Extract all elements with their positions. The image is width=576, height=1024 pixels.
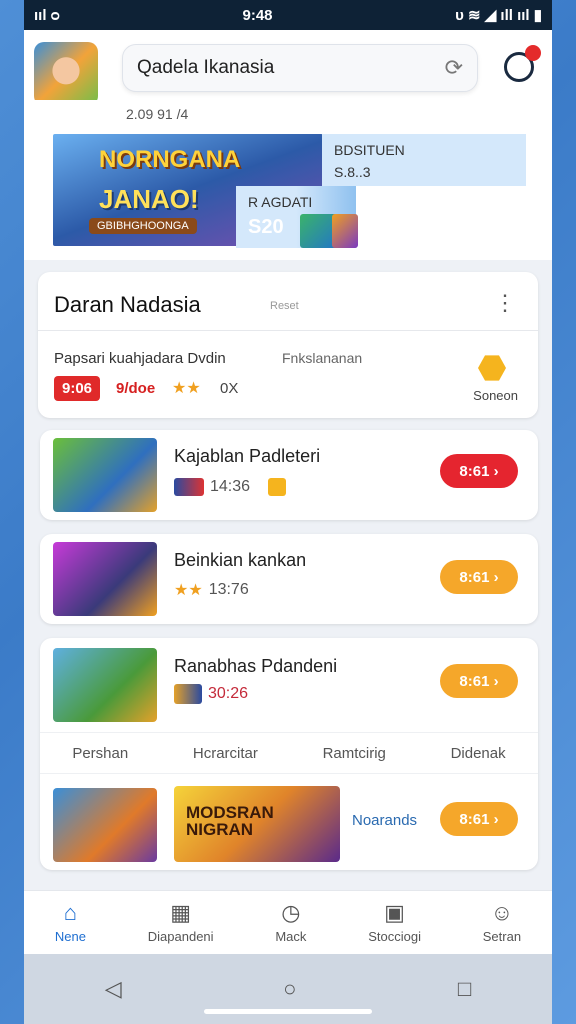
nav-diapandeni[interactable]: ▦ Diapandeni — [147, 900, 214, 945]
avatar[interactable] — [34, 42, 98, 106]
signal-indicator: ııl ᴑ — [34, 6, 60, 24]
recents-icon[interactable]: □ — [458, 976, 471, 1002]
section-divider — [38, 330, 538, 331]
game-icons — [174, 684, 202, 704]
banner-title-main: JANAO! — [99, 184, 199, 214]
status-time: 9:48 — [242, 6, 273, 24]
banner-title-sub: GBIBHGHOONGA — [89, 218, 197, 234]
game-icons — [174, 478, 204, 496]
game-name: Beinkian kankan — [174, 550, 307, 570]
game-meta: ★★ 13:76 — [174, 580, 249, 600]
clock-icon: ◷ — [281, 900, 301, 925]
section-note: Reset — [270, 300, 299, 312]
game-card[interactable]: Beinkian kankan ★★ 13:76 8:61 › — [40, 534, 538, 624]
nav-setran[interactable]: ☺ Setran — [482, 900, 522, 945]
banner-info1-line1: BDSITUEN — [334, 142, 405, 158]
banner-date: 2.09 91 /4 — [126, 106, 189, 122]
banner-info1-line2: S.8..3 — [334, 164, 371, 180]
star-icons: ★★ — [172, 380, 201, 397]
play-button[interactable]: 8:61 › — [440, 664, 518, 698]
tab-pershan[interactable]: Pershan — [72, 745, 128, 762]
home-indicator[interactable] — [204, 1009, 372, 1014]
game-time: 13:76 — [208, 581, 249, 598]
promo-title: MODSRAN NIGRAN — [186, 803, 274, 839]
section-title: Daran Nadasia — [54, 292, 201, 317]
hexagon-label: Soneon — [473, 388, 518, 403]
system-navigation: ◁ ○ □ — [24, 954, 552, 1024]
nav-mack-label: Mack — [275, 929, 307, 944]
hexagon-icon[interactable] — [478, 355, 506, 381]
search-text: Qadela Ikanasia — [137, 57, 275, 78]
game-meta: 30:26 — [174, 684, 248, 704]
nav-setran-label: Setran — [482, 929, 522, 944]
banner-info-primary[interactable]: BDSITUEN S.8..3 — [322, 134, 526, 186]
nav-stocciogi[interactable]: ▣ Stocciogi — [368, 900, 421, 945]
nav-home[interactable]: ⌂ Nene — [54, 900, 86, 945]
star-icons: ★★ — [174, 582, 203, 599]
nav-home-label: Nene — [54, 929, 86, 944]
game-meta: 14:36 — [174, 478, 287, 496]
category-tabs: Pershan Hcrarcitar Ramtcirig Didenak — [40, 732, 538, 774]
featured-section: Daran Nadasia Reset ⋮ Papsari kuahjadara… — [38, 272, 538, 418]
nav-diapandeni-label: Diapandeni — [147, 929, 214, 944]
search-input[interactable]: Qadela Ikanasia ⟳ — [122, 44, 478, 92]
nav-stocciogi-label: Stocciogi — [368, 929, 421, 944]
refresh-icon[interactable]: ⟳ — [445, 55, 463, 81]
more-options-icon[interactable]: ⋮ — [494, 290, 516, 316]
game-thumbnail — [53, 542, 157, 616]
section-subtitle-right: Fnkslananan — [282, 350, 363, 366]
tab-hcrarcitar[interactable]: Hcrarcitar — [193, 745, 258, 762]
banner-title-top: NORNGANA — [99, 146, 241, 173]
play-button[interactable]: 8:61 › — [440, 560, 518, 594]
grid-icon: ▦ — [170, 900, 192, 925]
banner-info2-line1: R AGDATI — [248, 194, 313, 210]
tab-ramtcirig[interactable]: Ramtcirig — [323, 745, 386, 762]
game-thumbnail[interactable] — [53, 788, 157, 862]
notification-badge — [525, 45, 541, 61]
sale-text: 9/doe — [116, 380, 156, 397]
play-button[interactable]: 8:61 › — [440, 802, 518, 836]
phone-screen: ııl ᴑ 9:48 ᴜ ≋ ◢ ıll ııl ▮ Qadela Ikanas… — [24, 0, 552, 1024]
game-name: Ranabhas Pdandeni — [174, 656, 338, 676]
rating-text: 0X — [220, 380, 239, 397]
tab-didenak[interactable]: Didenak — [451, 745, 506, 762]
game-time: 14:36 — [210, 478, 251, 495]
game-name: Kajablan Padleteri — [174, 446, 321, 466]
coin-icon — [268, 478, 287, 496]
notification-icon[interactable] — [504, 45, 541, 82]
game-time: 30:26 — [208, 685, 249, 702]
profile-icon: ☺ — [490, 900, 514, 925]
back-icon[interactable]: ◁ — [105, 976, 122, 1002]
price-badge: 9:06 — [54, 376, 101, 401]
status-bar: ııl ᴑ 9:48 ᴜ ≋ ◢ ıll ııl ▮ — [24, 0, 552, 30]
game-thumbnail — [53, 438, 157, 512]
game-card[interactable]: Kajablan Padleteri 14:36 8:61 › — [40, 430, 538, 520]
home-button-icon[interactable]: ○ — [283, 976, 296, 1002]
game-card-expanded[interactable]: Ranabhas Pdandeni 30:26 8:61 › Pershan H… — [40, 638, 538, 870]
nav-mack[interactable]: ◷ Mack — [275, 900, 307, 945]
play-button[interactable]: 8:61 › — [440, 454, 518, 488]
storage-icon: ▣ — [384, 900, 405, 925]
banner-mini-thumb-2[interactable] — [332, 214, 358, 248]
app-header: Qadela Ikanasia ⟳ — [24, 30, 552, 106]
home-icon: ⌂ — [63, 900, 78, 925]
bottom-navigation: ⌂ Nene ▦ Diapandeni ◷ Mack ▣ Stocciogi ☺… — [24, 890, 552, 954]
promo-label: Noarands — [352, 812, 418, 829]
section-subtitle: Papsari kuahjadara Dvdin — [54, 350, 226, 367]
promo-image[interactable]: MODSRAN NIGRAN — [174, 786, 340, 862]
status-icons: ᴜ ≋ ◢ ıll ııl ▮ — [455, 7, 542, 24]
game-thumbnail — [53, 648, 157, 722]
